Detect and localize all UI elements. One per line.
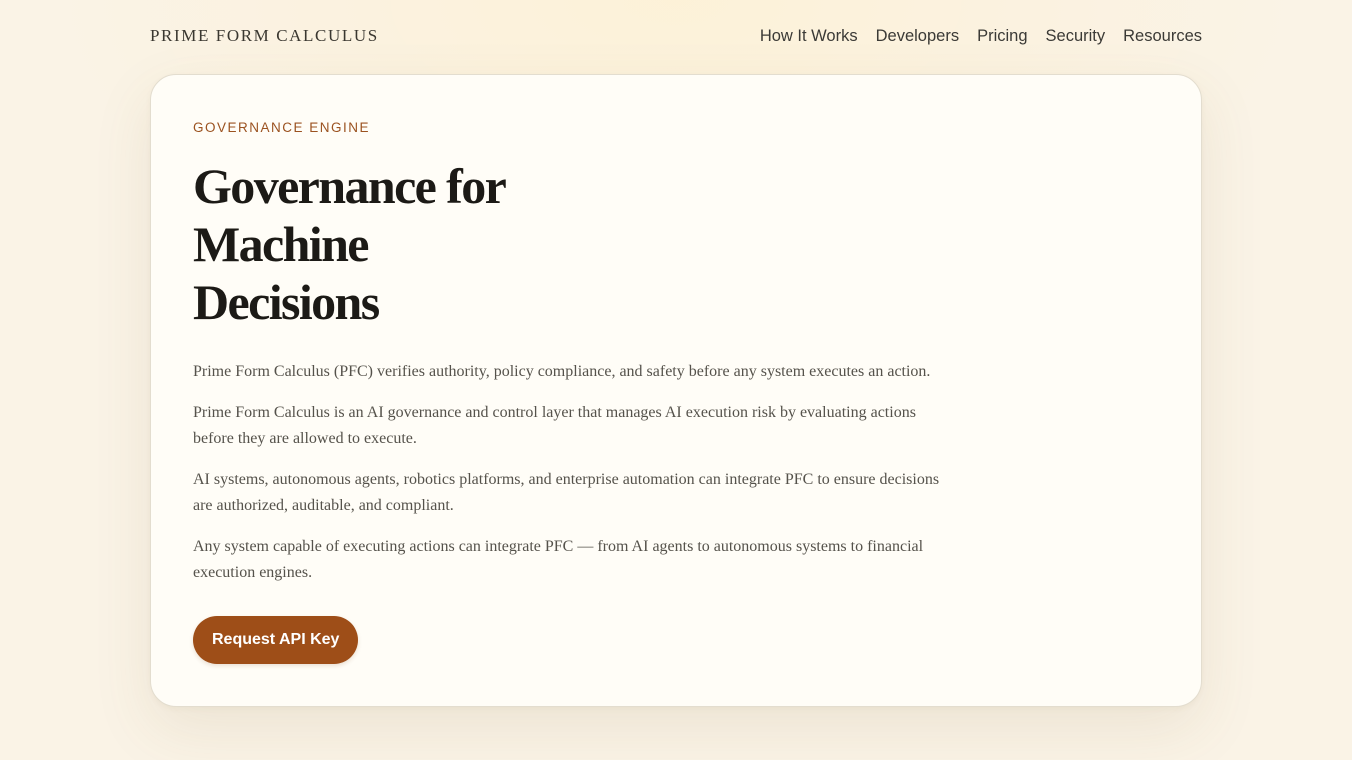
hero-paragraph-3: AI systems, autonomous agents, robotics … (193, 470, 940, 515)
headline-line-1: Governance for (193, 158, 507, 214)
hero-paragraph-2: Prime Form Calculus is an AI governance … (193, 403, 916, 448)
hero-paragraph-4: Any system capable of executing actions … (193, 537, 924, 582)
nav-link-how-it-works[interactable]: How It Works (760, 26, 858, 46)
site-header: PRIME FORM CALCULUS How It Works Develop… (150, 0, 1202, 74)
nav-link-security[interactable]: Security (1046, 26, 1106, 46)
headline-line-2: Machine (193, 216, 369, 272)
nav-link-developers[interactable]: Developers (876, 26, 959, 46)
main-nav: How It Works Developers Pricing Security… (760, 26, 1202, 46)
request-api-key-button[interactable]: Request API Key (193, 616, 359, 664)
hero-eyebrow: GOVERNANCE ENGINE (193, 120, 371, 135)
headline-line-3: Decisions (193, 274, 380, 330)
hero-headline: Governance for Machine Decisions (193, 157, 573, 331)
nav-link-pricing[interactable]: Pricing (977, 26, 1027, 46)
brand-wordmark[interactable]: PRIME FORM CALCULUS (150, 26, 379, 46)
hero-paragraph-1: Prime Form Calculus (PFC) verifies autho… (193, 363, 931, 380)
hero-body-copy: Prime Form Calculus (PFC) verifies autho… (193, 359, 949, 601)
hero-card: GOVERNANCE ENGINE Governance for Machine D… (150, 74, 1202, 707)
nav-link-resources[interactable]: Resources (1123, 26, 1202, 46)
